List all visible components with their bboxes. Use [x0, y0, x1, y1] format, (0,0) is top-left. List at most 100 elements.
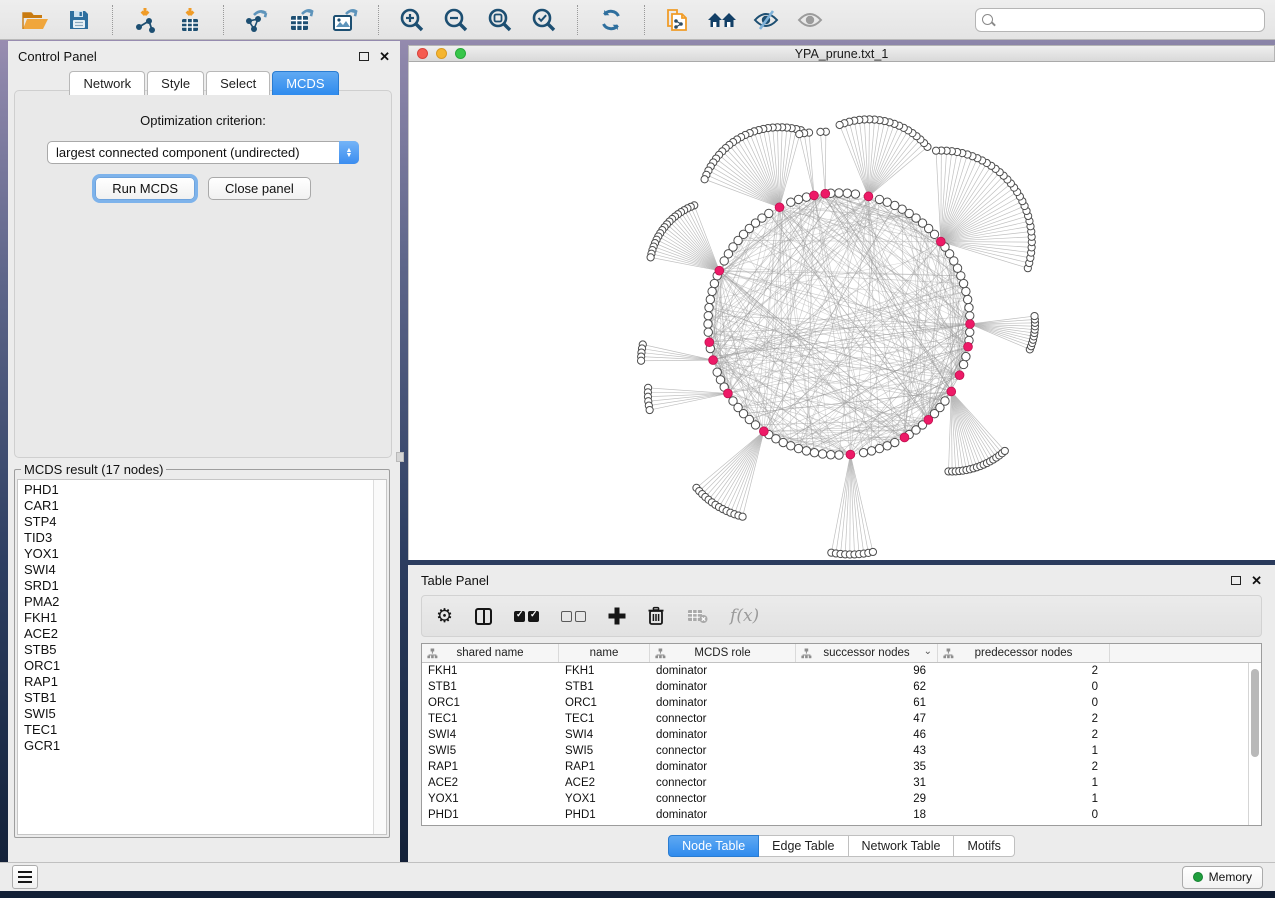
- control-panel-title: Control Panel: [18, 49, 97, 64]
- mcds-node-item[interactable]: SWI5: [24, 706, 386, 722]
- cell-successor-nodes: 29: [796, 793, 938, 805]
- mcds-node-item[interactable]: CAR1: [24, 498, 386, 514]
- mcds-node-item[interactable]: TID3: [24, 530, 386, 546]
- save-session-button[interactable]: [64, 5, 94, 35]
- tab-network-table[interactable]: Network Table: [849, 835, 955, 857]
- mcds-result-list[interactable]: PHD1CAR1STP4TID3YOX1SWI4SRD1PMA2FKH1ACE2…: [17, 479, 387, 835]
- graph-mcds-hub-node: [705, 338, 714, 347]
- tab-node-table[interactable]: Node Table: [668, 835, 759, 857]
- select-all-rows-button[interactable]: [514, 603, 539, 629]
- float-table-panel-icon[interactable]: [1231, 576, 1241, 585]
- column-header-successor-nodes[interactable]: successor nodes⌄: [796, 644, 938, 662]
- tab-mcds[interactable]: MCDS: [272, 71, 338, 95]
- tab-edge-table[interactable]: Edge Table: [759, 835, 848, 857]
- graph-node: [810, 448, 818, 456]
- zoom-out-button[interactable]: [441, 5, 471, 35]
- mcds-node-item[interactable]: STP4: [24, 514, 386, 530]
- table-row[interactable]: SWI5SWI5connector431: [422, 743, 1261, 759]
- refresh-button[interactable]: [596, 5, 626, 35]
- table-row[interactable]: RAP1RAP1dominator352: [422, 759, 1261, 775]
- float-panel-icon[interactable]: [359, 52, 369, 61]
- table-row[interactable]: FKH1FKH1dominator962: [422, 663, 1261, 679]
- graph-mcds-hub-node: [936, 237, 945, 246]
- mcds-node-item[interactable]: SWI4: [24, 562, 386, 578]
- network-window-titlebar[interactable]: YPA_prune.txt_1: [408, 45, 1275, 62]
- mcds-node-item[interactable]: ORC1: [24, 658, 386, 674]
- table-row[interactable]: TEC1TEC1connector472: [422, 711, 1261, 727]
- table-panel: Table Panel ✕ ⚙: [408, 565, 1275, 862]
- zoom-fit-button[interactable]: [485, 5, 515, 35]
- search-box[interactable]: [975, 8, 1265, 32]
- column-header-predecessor-nodes[interactable]: predecessor nodes: [938, 644, 1110, 662]
- run-mcds-button[interactable]: Run MCDS: [95, 177, 195, 200]
- network-canvas[interactable]: [408, 62, 1275, 560]
- export-network-button[interactable]: [242, 5, 272, 35]
- task-history-button[interactable]: [12, 865, 38, 889]
- vertical-splitter-grip[interactable]: [396, 452, 404, 462]
- mcds-node-item[interactable]: PMA2: [24, 594, 386, 610]
- column-header-shared-name[interactable]: shared name: [422, 644, 559, 662]
- tab-select[interactable]: Select: [206, 71, 270, 95]
- graph-node: [963, 295, 971, 303]
- table-row[interactable]: ORC1ORC1dominator610: [422, 695, 1261, 711]
- cell-name: FKH1: [559, 665, 650, 677]
- mcds-node-item[interactable]: PHD1: [24, 482, 386, 498]
- import-network-button[interactable]: [131, 5, 161, 35]
- hide-selected-button[interactable]: [751, 5, 781, 35]
- table-row[interactable]: PHD1PHD1dominator180: [422, 807, 1261, 823]
- mcds-node-item[interactable]: GCR1: [24, 738, 386, 754]
- delete-column-button[interactable]: [647, 603, 665, 629]
- criterion-select[interactable]: largest connected component (undirected)…: [47, 141, 359, 164]
- graph-node: [701, 176, 708, 183]
- mcds-node-item[interactable]: SRD1: [24, 578, 386, 594]
- import-table-button[interactable]: [175, 5, 205, 35]
- mcds-node-item[interactable]: FKH1: [24, 610, 386, 626]
- close-panel-button[interactable]: Close panel: [208, 177, 311, 200]
- table-scrollbar[interactable]: [1248, 663, 1261, 825]
- import-network-icon: [133, 7, 159, 33]
- show-hide-columns-button[interactable]: [475, 603, 492, 629]
- mcds-node-item[interactable]: RAP1: [24, 674, 386, 690]
- close-panel-icon[interactable]: ✕: [379, 50, 390, 63]
- graph-node: [802, 447, 810, 455]
- tab-style[interactable]: Style: [147, 71, 204, 95]
- table-scrollbar-thumb[interactable]: [1251, 669, 1259, 757]
- graph-node: [796, 131, 803, 138]
- graph-mcds-hub-node: [864, 192, 873, 201]
- memory-button[interactable]: Memory: [1182, 866, 1263, 889]
- table-row[interactable]: YOX1YOX1connector291: [422, 791, 1261, 807]
- clone-network-button[interactable]: [663, 5, 693, 35]
- export-table-button[interactable]: [286, 5, 316, 35]
- table-row[interactable]: SWI4SWI4dominator462: [422, 727, 1261, 743]
- mcds-node-item[interactable]: TEC1: [24, 722, 386, 738]
- cell-mcds-role: connector: [650, 793, 796, 805]
- graph-mcds-hub-node: [846, 450, 855, 459]
- mcds-node-item[interactable]: STB1: [24, 690, 386, 706]
- column-header-mcds-role[interactable]: MCDS role: [650, 644, 796, 662]
- tab-network[interactable]: Network: [69, 71, 145, 95]
- tab-motifs[interactable]: Motifs: [954, 835, 1014, 857]
- mcds-list-scrollbar[interactable]: [373, 480, 386, 834]
- column-header-name[interactable]: name: [559, 644, 650, 662]
- deselect-all-rows-button[interactable]: [561, 603, 586, 629]
- table-row[interactable]: STB1STB1dominator620: [422, 679, 1261, 695]
- table-row[interactable]: ACE2ACE2connector311: [422, 775, 1261, 791]
- close-table-panel-icon[interactable]: ✕: [1251, 574, 1262, 587]
- open-file-button[interactable]: [20, 5, 50, 35]
- search-input[interactable]: [998, 13, 1258, 27]
- mcds-node-item[interactable]: YOX1: [24, 546, 386, 562]
- cell-shared-name: SWI4: [422, 729, 559, 741]
- toolbar-separator: [577, 5, 578, 35]
- mcds-node-item[interactable]: STB5: [24, 642, 386, 658]
- table-options-gear-button[interactable]: ⚙: [436, 603, 453, 629]
- show-all-button[interactable]: [707, 5, 737, 35]
- cell-mcds-role: dominator: [650, 681, 796, 693]
- show-hidden-button[interactable]: [795, 5, 825, 35]
- zoom-selected-button[interactable]: [529, 5, 559, 35]
- node-table-body: FKH1FKH1dominator962STB1STB1dominator620…: [422, 663, 1261, 823]
- mcds-node-item[interactable]: ACE2: [24, 626, 386, 642]
- add-column-button[interactable]: [608, 603, 625, 629]
- export-image-button[interactable]: [330, 5, 360, 35]
- zoom-in-button[interactable]: [397, 5, 427, 35]
- graph-node: [710, 279, 718, 287]
